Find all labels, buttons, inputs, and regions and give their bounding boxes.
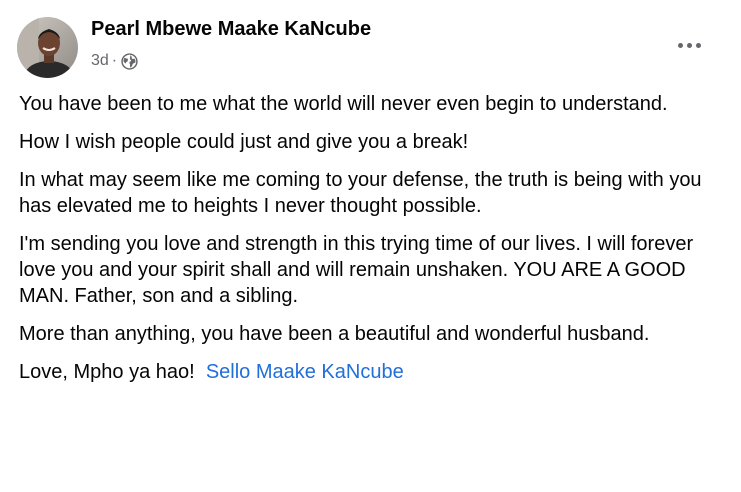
author-name[interactable]: Pearl Mbewe Maake KaNcube bbox=[91, 18, 371, 41]
post-paragraph: More than anything, you have been a beau… bbox=[19, 323, 650, 345]
globe-icon[interactable] bbox=[121, 52, 138, 70]
post-meta: 3d · bbox=[91, 50, 138, 72]
post-paragraph: In what may seem like me coming to your … bbox=[19, 169, 702, 217]
more-horizontal-icon bbox=[677, 42, 701, 48]
tagged-person-link[interactable]: Sello Maake KaNcube bbox=[206, 361, 404, 383]
post-signoff-line: Love, Mpho ya hao! Sello Maake KaNcube bbox=[19, 359, 719, 385]
facebook-post: Pearl Mbewe Maake KaNcube 3d · You have … bbox=[0, 0, 741, 492]
author-avatar[interactable] bbox=[17, 17, 78, 78]
post-signoff: Love, Mpho ya hao! bbox=[19, 361, 195, 383]
post-paragraph: I'm sending you love and strength in thi… bbox=[19, 233, 694, 307]
post-body: You have been to me what the world will … bbox=[19, 91, 719, 397]
post-paragraph: You have been to me what the world will … bbox=[19, 93, 668, 115]
post-paragraph: How I wish people could just and give yo… bbox=[19, 131, 469, 153]
meta-separator: · bbox=[111, 52, 118, 69]
more-options-button[interactable] bbox=[669, 25, 709, 65]
post-timestamp[interactable]: 3d bbox=[91, 52, 109, 70]
